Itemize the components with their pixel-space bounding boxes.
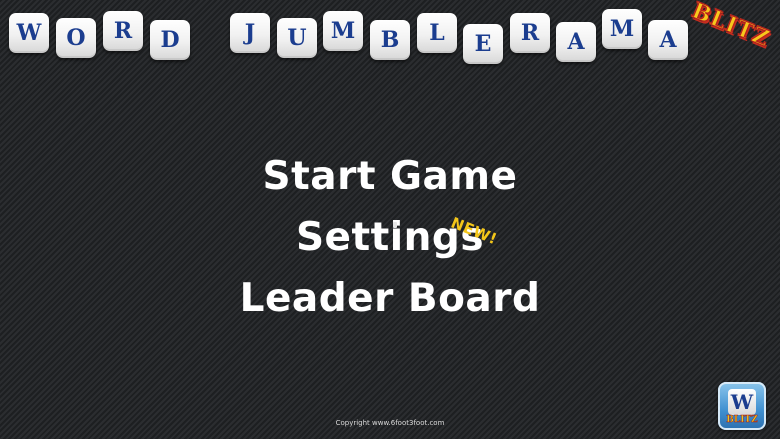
mouse-cursor <box>393 222 397 228</box>
title-tile: M <box>602 9 642 49</box>
title-tile: M <box>323 11 363 51</box>
title-tile: E <box>463 24 503 64</box>
leader-board-button[interactable]: Leader Board <box>0 276 780 321</box>
title-tile: R <box>510 13 550 53</box>
game-title-logo: W O R D J U M B L E R A M A BLITZ <box>0 0 780 70</box>
title-tile: R <box>103 11 143 51</box>
title-tile: A <box>556 22 596 62</box>
blitz-app-icon[interactable]: W BLITZ <box>718 382 766 430</box>
settings-button[interactable]: Settings <box>0 215 780 260</box>
title-tile: W <box>9 13 49 53</box>
icon-letter-tile: W <box>728 389 756 415</box>
title-tile: B <box>370 20 410 60</box>
title-tile: O <box>56 18 96 58</box>
title-tile: A <box>648 20 688 60</box>
icon-label: BLITZ <box>726 415 758 425</box>
title-tile: L <box>417 13 457 53</box>
title-tile: J <box>230 13 270 53</box>
copyright-text: Copyright www.6foot3foot.com <box>335 419 445 427</box>
title-tile: U <box>277 18 317 58</box>
blitz-stamp: BLITZ <box>688 0 775 53</box>
title-tile: D <box>150 20 190 60</box>
start-game-button[interactable]: Start Game <box>0 154 780 199</box>
